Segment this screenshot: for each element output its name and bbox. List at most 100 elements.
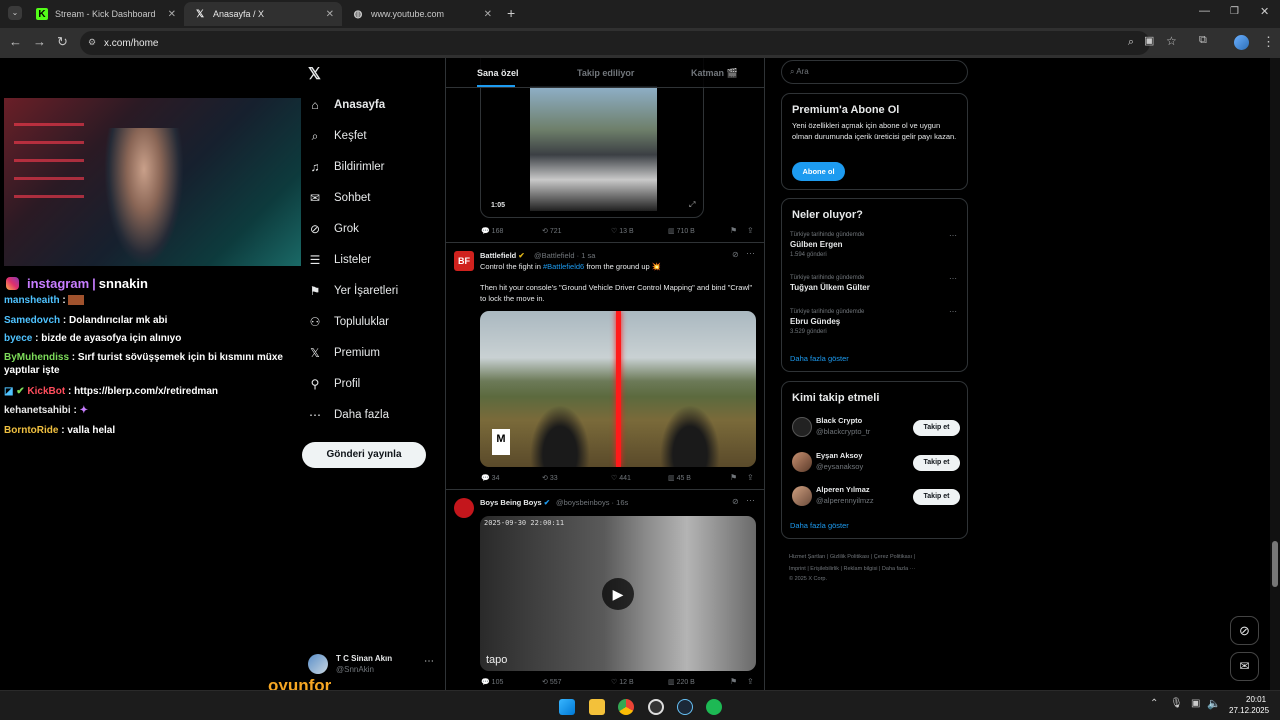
chat-text: Dolandırıcılar mk abi — [69, 315, 168, 326]
page-scrollbar[interactable] — [1270, 58, 1280, 690]
site-info-icon[interactable]: ⚙ — [88, 37, 96, 48]
close-icon[interactable]: ✕ — [484, 9, 492, 20]
messages-floating-button[interactable]: ✉ — [1230, 652, 1259, 681]
trend-item[interactable]: Türkiye tarihinde gündemde Gülben Ergen 1.… — [790, 231, 864, 260]
footer-links: Hizmet Şartları | Gizlilik Politikası | … — [789, 551, 969, 583]
x-logo-icon: 𝕏 — [310, 346, 320, 360]
extensions-icon[interactable]: ⧉ — [1199, 34, 1207, 47]
follow-name: Alperen Yılmaz — [816, 485, 870, 494]
microphone-icon[interactable]: 🎙 — [1170, 698, 1183, 709]
grok-floating-button[interactable]: ⊘ — [1230, 616, 1259, 645]
follow-suggestion[interactable]: Eyşan Aksoy @eysanaksoy Takip et — [790, 449, 960, 479]
forward-icon[interactable]: → — [33, 34, 46, 49]
windows-start-icon[interactable] — [559, 699, 575, 715]
nav-label: Listeler — [334, 254, 372, 266]
url-bar[interactable]: ⚙ x.com/home ⌕ — [80, 31, 1150, 55]
spotify-icon[interactable] — [706, 699, 722, 715]
tab-youtube[interactable]: ◍ www.youtube.com ✕ — [342, 2, 500, 26]
nav-lists[interactable]: ☰ Listeler — [308, 253, 371, 267]
nav-home[interactable]: ⌂ Anasayfa — [308, 98, 385, 112]
follow-name: Black Crypto — [816, 416, 863, 425]
footer-line[interactable]: Imprint | Erişilebilirlik | Reklam bilgi… — [789, 563, 969, 575]
cast-icon[interactable]: ▣ — [1144, 34, 1154, 47]
nav-bookmarks[interactable]: ⚑ Yer İşaretleri — [308, 284, 399, 298]
nav-premium[interactable]: 𝕏 Premium — [308, 346, 380, 360]
trend-item[interactable]: Türkiye tarihinde gündemde Ebru Gündeş 3.5… — [790, 308, 864, 337]
follow-suggestion[interactable]: Alperen Yılmaz @alperennyilmzz Takip et — [790, 483, 960, 513]
nav-explore[interactable]: ⌕ Keşfet — [308, 129, 367, 143]
restore-icon[interactable]: ❐ — [1230, 6, 1239, 17]
follow-button[interactable]: Takip et — [913, 420, 960, 436]
banner-right: snnakin — [98, 276, 148, 291]
globe-icon: ◍ — [353, 8, 363, 20]
star-icon[interactable]: ☆ — [1166, 34, 1177, 48]
tab-search-icon[interactable]: ⌄ — [8, 6, 22, 20]
trend-item[interactable]: Türkiye tarihinde gündemde Tuğyan Ülkem G… — [790, 274, 870, 294]
chrome-icon[interactable] — [618, 699, 634, 715]
footer-line[interactable]: Hizmet Şartları | Gizlilik Politikası | … — [789, 551, 969, 563]
zoom-icon[interactable]: ⌕ — [1128, 36, 1134, 49]
nav-more[interactable]: ⋯ Daha fazla — [308, 408, 389, 422]
show-more-link[interactable]: Daha fazla göster — [790, 354, 849, 363]
file-explorer-icon[interactable] — [589, 699, 605, 715]
chat-user: byece — [4, 333, 33, 344]
tab-kick[interactable]: K Stream - Kick Dashboard ✕ — [26, 2, 184, 26]
reload-icon[interactable]: ↻ — [57, 34, 68, 50]
clock-time[interactable]: 20:01 — [1246, 695, 1266, 704]
nav-label: Sohbet — [334, 192, 371, 204]
follow-button[interactable]: Takip et — [913, 489, 960, 505]
network-icon[interactable]: ▣ — [1191, 698, 1200, 709]
nav-communities[interactable]: ⚇ Topluluklar — [308, 315, 389, 329]
nav-label: Keşfet — [334, 130, 367, 142]
x-logo-icon[interactable]: 𝕏 — [308, 64, 321, 84]
chat-user: BorntoRide — [4, 425, 59, 436]
follow-name: Eyşan Aksoy — [816, 451, 863, 460]
nav-grok[interactable]: ⊘ Grok — [308, 222, 359, 236]
back-icon[interactable]: ← — [9, 34, 22, 49]
chat-user: Samedovch — [4, 315, 61, 326]
x-logo-icon: 𝕏 — [195, 8, 205, 20]
premium-card: Premium'a Abone Ol Yeni özellikleri açma… — [781, 93, 968, 190]
tray-chevron-icon[interactable]: ⌃ — [1150, 698, 1158, 709]
search-icon: ⌕ — [311, 129, 319, 143]
webcam-video — [4, 98, 301, 266]
close-icon[interactable]: ✕ — [168, 9, 176, 20]
more-icon: ⋯ — [424, 656, 434, 667]
more-icon[interactable]: ⋯ — [949, 231, 957, 240]
tab-x[interactable]: 𝕏 Anasayfa / X ✕ — [184, 2, 342, 26]
nav-notifications[interactable]: ♫ Bildirimler — [308, 160, 385, 174]
steam-icon[interactable] — [677, 699, 693, 715]
more-icon[interactable]: ⋯ — [949, 307, 957, 316]
more-icon[interactable]: ⋯ — [949, 274, 957, 283]
post-button[interactable]: Gönderi yayınla — [302, 442, 426, 468]
window-close-icon[interactable]: ✕ — [1260, 5, 1269, 18]
subscribe-button[interactable]: Abone ol — [792, 162, 845, 181]
chat-user: mansheaith — [4, 295, 60, 306]
avatar[interactable] — [1234, 35, 1249, 50]
tab-title: Anasayfa / X — [213, 9, 265, 19]
mail-icon: ✉ — [309, 191, 321, 205]
search-input[interactable]: ⌕ Ara — [781, 60, 968, 84]
person-icon: ⚲ — [310, 377, 320, 391]
person-silhouette — [104, 128, 184, 266]
chat-message: Samedovch : Dolandırıcılar mk abi — [4, 315, 168, 326]
follow-button[interactable]: Takip et — [913, 455, 960, 471]
tab-title: www.youtube.com — [371, 9, 445, 19]
scrollbar-thumb[interactable] — [1272, 541, 1278, 587]
nav-profile[interactable]: ⚲ Profil — [308, 377, 361, 391]
minimize-icon[interactable]: — — [1199, 5, 1210, 17]
chat-message: byece : bizde de ayasofya için alınıyo — [4, 333, 182, 344]
close-icon[interactable]: ✕ — [326, 9, 334, 20]
who-to-follow-card: Kimi takip etmeli Black Crypto @blackcry… — [781, 381, 968, 539]
show-more-link[interactable]: Daha fazla göster — [790, 521, 849, 530]
volume-icon[interactable]: 🔈 — [1207, 697, 1221, 710]
nav-chat[interactable]: ✉ Sohbet — [308, 191, 370, 205]
chat-message: ByMuhendiss : Sırf turist sövüşşemek içi… — [4, 352, 283, 376]
menu-icon[interactable]: ⋮ — [1262, 34, 1275, 50]
emote-icon: ✦ — [79, 405, 88, 416]
account-switcher[interactable]: T C Sinan Akın @SnnAkin ⋯ — [308, 652, 438, 678]
obs-icon[interactable] — [648, 699, 664, 715]
clock-date[interactable]: 27.12.2025 — [1229, 706, 1269, 715]
new-tab-icon[interactable]: + — [507, 5, 515, 21]
follow-suggestion[interactable]: Black Crypto @blackcrypto_tr Takip et — [790, 414, 960, 444]
